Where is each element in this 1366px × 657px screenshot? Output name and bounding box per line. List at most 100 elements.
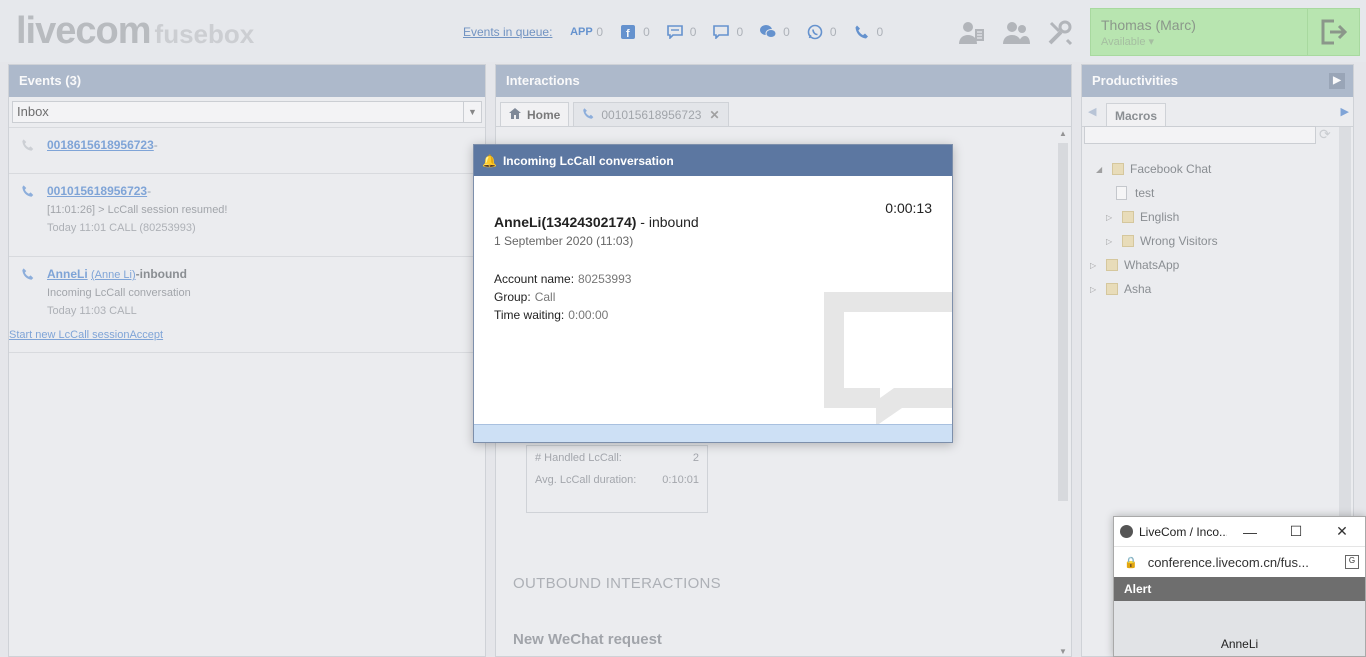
queue-chat[interactable]: 0: [666, 24, 697, 39]
interaction-tabs: Home 001015618956723 ✕: [496, 97, 1071, 127]
home-icon: [509, 107, 521, 122]
popup-address-bar[interactable]: 🔒 conference.livecom.cn/fus... G: [1114, 546, 1365, 577]
collapsed-icon[interactable]: ▷: [1106, 237, 1116, 246]
close-button[interactable]: ✕: [1319, 523, 1365, 540]
minimize-button[interactable]: —: [1227, 524, 1273, 540]
agents-icon[interactable]: [1001, 18, 1031, 48]
queue-phone[interactable]: 0: [853, 24, 884, 39]
maximize-button[interactable]: ☐: [1273, 523, 1319, 540]
scroll-thumb[interactable]: [1058, 143, 1068, 501]
tab-call[interactable]: 001015618956723 ✕: [573, 102, 729, 126]
tab-home[interactable]: Home: [500, 102, 570, 126]
collapse-panel-button[interactable]: ▶: [1329, 73, 1345, 89]
arrow-right-icon[interactable]: ▶: [1341, 105, 1349, 118]
event-number-link[interactable]: 001015618956723: [47, 184, 147, 198]
new-wechat-request[interactable]: New WeChat request: [513, 631, 662, 648]
tree-folder-english[interactable]: ▷ English: [1096, 205, 1218, 229]
header-tools: [957, 18, 1089, 48]
event-number-link[interactable]: 0018615618956723: [47, 138, 154, 152]
folder-icon: [1106, 259, 1118, 271]
tree-folder-wrong-visitors[interactable]: ▷ Wrong Visitors: [1096, 229, 1218, 253]
incoming-call-dialog: 🔔 Incoming LcCall conversation AnneLi(13…: [473, 144, 953, 443]
outbound-heading: OUTBOUND INTERACTIONS: [513, 575, 721, 592]
call-date: 1 September 2020 (11:03): [494, 234, 634, 248]
queue-count: 0: [643, 24, 650, 39]
events-title: Events (3): [9, 65, 485, 97]
expanded-icon[interactable]: ◢: [1096, 165, 1106, 174]
event-meta: Today 11:03 CALL: [47, 305, 137, 317]
dialog-title-bar[interactable]: 🔔 Incoming LcCall conversation: [474, 145, 952, 176]
user-status-box[interactable]: Thomas (Marc) Available ▾: [1090, 8, 1360, 56]
interactions-scrollbar[interactable]: ▲ ▼: [1057, 129, 1069, 656]
facebook-icon: f: [619, 24, 637, 39]
collapsed-icon[interactable]: ▷: [1090, 261, 1100, 270]
supervisor-icon[interactable]: [957, 18, 987, 48]
queue-label[interactable]: Events in queue:: [463, 25, 552, 39]
message-icon: [712, 24, 730, 39]
popup-title: LiveCom / Inco...: [1139, 524, 1227, 539]
interactions-title: Interactions: [496, 65, 1071, 97]
stat-row: Avg. LcCall duration: 0:10:01: [535, 474, 699, 486]
event-contact-link[interactable]: AnneLi: [47, 267, 88, 281]
folder-icon: [1122, 211, 1134, 223]
translate-icon[interactable]: G: [1345, 555, 1359, 569]
event-alias-link[interactable]: (Anne Li): [91, 269, 136, 281]
queue-message[interactable]: 0: [712, 24, 743, 39]
scroll-down-icon[interactable]: ▼: [1057, 647, 1069, 656]
user-status-dropdown[interactable]: Available ▾: [1101, 35, 1154, 48]
phone-icon: [21, 138, 35, 155]
queue-count: 0: [736, 24, 744, 39]
events-panel: Events (3) Inbox ▼ 0018615618956723- 001…: [8, 64, 486, 657]
chevron-down-icon: ▼: [463, 102, 481, 122]
chat-bubble-icon: [666, 24, 684, 39]
document-icon: [1116, 186, 1127, 200]
phone-icon: [21, 184, 35, 201]
popup-alert-header: Alert: [1114, 577, 1365, 601]
close-tab-icon[interactable]: ✕: [709, 108, 719, 122]
folder-icon: [1106, 283, 1118, 295]
bell-icon: 🔔: [482, 153, 497, 168]
call-timer: 0:00:13: [885, 200, 932, 216]
collapsed-icon[interactable]: ▷: [1090, 285, 1100, 294]
event-item[interactable]: AnneLi (Anne Li)-inbound Incoming LcCall…: [9, 257, 485, 353]
alert-popup-window: LiveCom / Inco... — ☐ ✕ 🔒 conference.liv…: [1113, 516, 1366, 657]
refresh-icon[interactable]: ⟳: [1319, 126, 1331, 143]
group-row: Group: Call: [494, 290, 556, 304]
collapsed-icon[interactable]: ▷: [1106, 213, 1116, 222]
settings-tools-icon[interactable]: [1045, 18, 1075, 48]
scroll-up-icon[interactable]: ▲: [1057, 129, 1069, 138]
queue-count: 0: [689, 24, 697, 39]
globe-icon: [1120, 525, 1133, 538]
tree-folder-whatsapp[interactable]: ▷ WhatsApp: [1090, 253, 1218, 277]
app-icon: APP: [570, 25, 593, 38]
queue-count: 0: [829, 24, 837, 39]
macro-tree: ◢ Facebook Chat test ▷ English ▷ Wrong Visi…: [1090, 157, 1218, 301]
popup-title-bar[interactable]: LiveCom / Inco... — ☐ ✕: [1114, 517, 1365, 546]
start-accept-link[interactable]: Start new LcCall sessionAccept: [9, 329, 163, 341]
tree-folder-facebook-chat[interactable]: ◢ Facebook Chat: [1096, 157, 1218, 181]
queue-app[interactable]: APP 0: [570, 24, 603, 39]
popup-url: conference.livecom.cn/fus...: [1147, 554, 1309, 570]
tree-item-test[interactable]: test: [1096, 181, 1218, 205]
macro-search-input[interactable]: [1084, 126, 1316, 144]
event-item[interactable]: 0018615618956723-: [9, 128, 485, 174]
queue-count: 0: [783, 24, 790, 39]
queue-count: 0: [876, 24, 884, 39]
chat-watermark-icon: [824, 292, 952, 426]
productivity-tabs: ◀ Macros ▶: [1082, 97, 1353, 127]
queue-facebook[interactable]: f 0: [619, 24, 650, 39]
tree-folder-asha[interactable]: ▷ Asha: [1090, 277, 1218, 301]
waiting-row: Time waiting: 0:00:00: [494, 308, 609, 322]
events-filter-select[interactable]: Inbox ▼: [12, 101, 482, 123]
tab-macros[interactable]: Macros: [1106, 103, 1167, 127]
logout-button[interactable]: [1307, 9, 1359, 55]
lccall-stats-box: # Handled LcCall: 2 Avg. LcCall duration:…: [526, 445, 708, 513]
event-item[interactable]: 001015618956723- [11:01:26] > LcCall ses…: [9, 174, 485, 257]
dialog-footer: [474, 424, 952, 442]
logout-icon: [1321, 19, 1347, 45]
arrow-left-icon[interactable]: ◀: [1088, 105, 1096, 118]
popup-content: AnneLi: [1114, 601, 1365, 656]
queue-wechat[interactable]: 0: [759, 24, 790, 39]
queue-whatsapp[interactable]: 0: [806, 24, 837, 39]
folder-icon: [1122, 235, 1134, 247]
